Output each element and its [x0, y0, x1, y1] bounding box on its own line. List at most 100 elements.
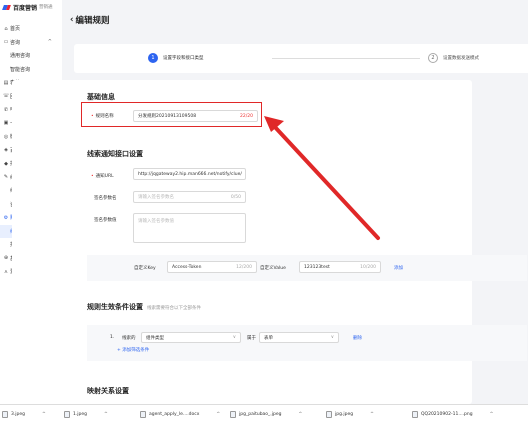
download-item[interactable]: jpg_paitubao_.jpeg ^ — [230, 409, 302, 419]
chevron-up-icon[interactable]: ^ — [370, 412, 374, 417]
sign-value-textarea[interactable]: 请输入签名参数值 — [133, 213, 246, 243]
file-icon — [326, 410, 332, 418]
download-item-label: agent_apply_le....docx — [149, 411, 200, 417]
sidebar-item-label: 智能咨询 — [10, 66, 31, 73]
url-input[interactable]: http://jqgateway2.hip.man666.net/notify/… — [133, 168, 246, 180]
rule-note: 线索需要符合以下全部条件 — [147, 306, 201, 311]
download-item-label: 3.jpeg — [11, 411, 26, 417]
download-item[interactable]: QQ20210902-11....png ^ — [412, 409, 493, 419]
chat-icon: ▭ — [3, 39, 9, 46]
step-1[interactable]: 1 设置字段和接口类型 — [148, 53, 204, 63]
custom-value-label: 自定义Value — [260, 266, 286, 271]
custom-value-value: 123123test — [304, 264, 330, 270]
chevron-up-icon[interactable]: ^ — [298, 412, 302, 417]
custom-key-label: 自定义Key — [134, 266, 156, 271]
custom-header-box: 自定义Key Access-Token 12/200 自定义Value 1231… — [87, 255, 527, 281]
download-item[interactable]: agent_apply_le....docx ^ — [140, 409, 220, 419]
download-item[interactable]: jpg.jpeg ^ — [326, 409, 374, 419]
chevron-up-icon: ^ — [47, 39, 52, 46]
custom-key-value: Access-Token — [172, 264, 202, 270]
sidebar-item-label: 首页 — [10, 26, 21, 33]
brand-logo[interactable]: 百度营销 营销通 — [3, 2, 53, 12]
download-item[interactable]: 1.jpeg ^ — [64, 409, 108, 419]
step-2-label: 设置数据发送模式 — [443, 56, 479, 61]
step-2-number: 2 — [428, 53, 438, 63]
file-icon — [230, 410, 236, 418]
annotation-highlight-box — [81, 102, 262, 127]
settings-icon: ⚙ — [3, 214, 9, 221]
steps-card: 1 设置字段和接口类型 2 设置数据发送模式 — [74, 44, 528, 73]
sidebar-item-2[interactable]: 通用咨询 — [0, 49, 62, 63]
field-select-value: 组件类型 — [146, 335, 164, 341]
file-icon — [64, 410, 70, 418]
value-select[interactable]: 表单 ∨ — [259, 332, 339, 343]
sidebar-item-1[interactable]: ▭ 咨询 ^ — [0, 36, 62, 50]
brand-name: 百度营销 — [13, 4, 38, 12]
step-1-label: 设置字段和接口类型 — [163, 56, 204, 61]
lottery-icon: ◆ — [4, 160, 8, 167]
sign-name-input[interactable]: 请输入签名参数名 0/50 — [133, 191, 246, 203]
step-1-number: 1 — [148, 53, 158, 63]
custom-value-count: 10/200 — [360, 264, 376, 270]
file-icon — [140, 410, 146, 418]
condition-prefix: 线索的 — [122, 336, 136, 341]
section-basic-title: 基础信息 — [87, 93, 115, 101]
sidebar-item-3[interactable]: 智能咨询 — [0, 63, 62, 77]
step-connector — [272, 58, 420, 59]
page-title: ‹ 编辑规则 — [70, 14, 110, 26]
coupon-icon: ▣ — [3, 120, 9, 127]
download-item-label: 1.jpeg — [73, 411, 88, 417]
download-item-label: jpg.jpeg — [335, 411, 354, 417]
file-icon — [2, 410, 8, 418]
aifanfan-icon: ⋏ — [4, 268, 8, 275]
sidebar-item-label: 通用咨询 — [10, 53, 31, 60]
value-select-value: 表单 — [264, 335, 273, 341]
sign-value-placeholder: 请输入签名参数值 — [138, 219, 174, 224]
home-icon: ⌂ — [4, 25, 8, 32]
custom-key-count: 12/200 — [236, 264, 252, 270]
custom-key-input[interactable]: Access-Token 12/200 — [167, 261, 257, 273]
url-label: • 通知URL — [91, 174, 114, 179]
sidebar-item-label: 咨询 — [10, 39, 21, 46]
callback-icon: ☏ — [3, 93, 10, 100]
download-item-label: jpg_paitubao_.jpeg — [239, 411, 282, 417]
add-header-link[interactable]: 添加 — [394, 265, 403, 271]
chevron-down-icon: ∨ — [232, 335, 236, 340]
condition-box: 1. 线索的 组件类型 ∨ 属于 表单 ∨ 删除 + 添加筛选条件 — [87, 325, 527, 361]
url-value: http://jqgateway2.hip.man666.net/notify/… — [138, 171, 242, 177]
phone-icon: ✆ — [3, 106, 9, 113]
download-item[interactable]: 3.jpeg ^ — [2, 409, 46, 419]
brand-subtitle: 营销通 — [39, 5, 53, 10]
download-bar: 3.jpeg ^ 1.jpeg ^ agent_apply_le....docx ^ jpg… — [0, 404, 528, 421]
baijiahao-icon: ◈ — [4, 147, 8, 154]
delete-condition-link[interactable]: 删除 — [353, 335, 362, 341]
sign-name-label: 签名参数名 — [94, 196, 117, 201]
section-api-title: 线索通知接口设置 — [87, 150, 143, 158]
leads-icon: ✎ — [3, 174, 9, 181]
baidu-paw-icon — [3, 4, 11, 11]
wechat-icon: ◎ — [3, 133, 9, 140]
form-icon: ▤ — [3, 79, 9, 86]
fish-icon: ⊕ — [3, 255, 9, 262]
field-select[interactable]: 组件类型 ∨ — [141, 332, 241, 343]
chevron-up-icon[interactable]: ^ — [490, 412, 494, 417]
chevron-up-icon[interactable]: ^ — [42, 412, 46, 417]
sign-name-count: 0/50 — [230, 194, 241, 200]
sign-value-label: 签名参数值 — [94, 218, 117, 223]
page-title-text: 编辑规则 — [75, 16, 110, 26]
chevron-down-icon: ∨ — [330, 335, 334, 340]
download-item-label: QQ20210902-11....png — [421, 411, 473, 417]
chevron-up-icon[interactable]: ^ — [104, 412, 108, 417]
back-icon[interactable]: ‹ — [70, 15, 74, 25]
custom-value-input[interactable]: 123123test 10/200 — [299, 261, 381, 273]
file-icon — [412, 410, 418, 418]
section-rule-title: 规则生效条件设置 线索需要符合以下全部条件 — [87, 303, 201, 311]
condition-number: 1. — [110, 335, 115, 340]
step-2[interactable]: 2 设置数据发送模式 — [428, 53, 479, 63]
add-filter-link[interactable]: + 添加筛选条件 — [117, 347, 149, 353]
sign-name-placeholder: 请输入签名参数名 — [138, 195, 174, 200]
sidebar-item-0[interactable]: ⌂ 首页 — [0, 22, 62, 36]
relation-text: 属于 — [247, 336, 256, 341]
chevron-up-icon[interactable]: ^ — [216, 412, 220, 417]
section-mapping-title: 映射关系设置 — [87, 387, 129, 395]
